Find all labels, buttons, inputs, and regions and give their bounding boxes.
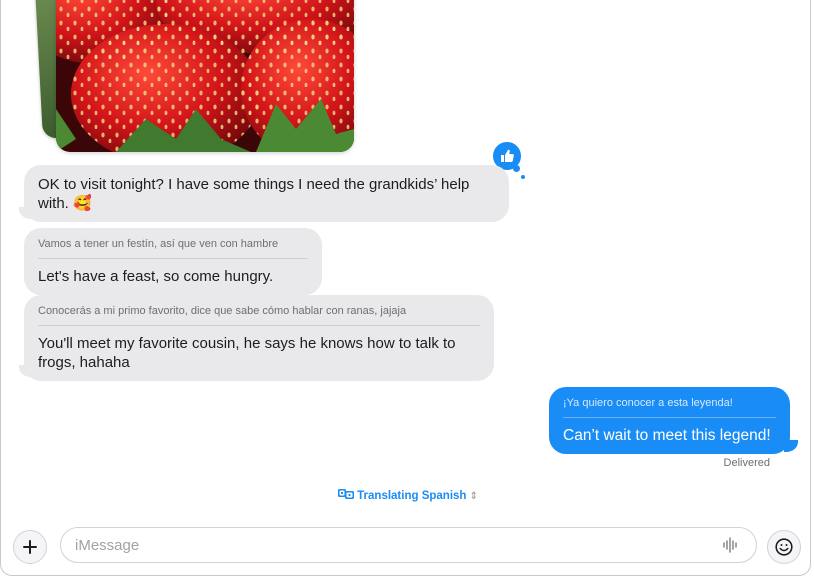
delivery-status: Delivered — [723, 457, 770, 469]
add-attachment-button[interactable] — [13, 530, 47, 564]
message-bubble-incoming-translated[interactable]: Conocerás a mi primo favorito, dice que … — [24, 295, 494, 381]
translated-text: Can’t wait to meet this legend! — [563, 427, 771, 444]
translation-indicator-label: Translating Spanish — [357, 490, 467, 502]
messages-window: OK to visit tonight? I have some things … — [0, 0, 811, 576]
message-input-placeholder: iMessage — [75, 536, 140, 554]
message-bubble-outgoing-translated[interactable]: ¡Ya quiero conocer a esta leyenda! Can’t… — [549, 387, 790, 454]
emoji: 🥰 — [73, 195, 92, 212]
plus-icon — [23, 540, 37, 554]
translated-text: Let's have a feast, so come hungry. — [38, 268, 274, 285]
smiley-icon — [775, 538, 793, 556]
emoji-button[interactable] — [767, 530, 801, 564]
audio-waveform-icon[interactable] — [722, 537, 740, 553]
message-input[interactable]: iMessage — [60, 527, 757, 563]
message-bubble-incoming-translated[interactable]: Vamos a tener un festín, así que ven con… — [24, 228, 322, 295]
message-bubble-incoming[interactable]: OK to visit tonight? I have some things … — [24, 165, 509, 222]
message-text: OK to visit tonight? I have some things … — [38, 176, 470, 212]
translate-icon — [337, 489, 354, 499]
original-text: Vamos a tener un festín, así que ven con… — [38, 237, 308, 259]
translated-text: You'll meet my favorite cousin, he says … — [38, 335, 456, 371]
chevron-updown-icon: ⇕ — [469, 491, 479, 502]
original-text: Conocerás a mi primo favorito, dice que … — [38, 304, 480, 326]
photo-attachment[interactable] — [56, 0, 354, 152]
translation-indicator[interactable]: Translating Spanish ⇕ — [1, 488, 810, 502]
thumbs-up-icon — [501, 149, 514, 162]
original-text: ¡Ya quiero conocer a esta leyenda! — [563, 396, 776, 418]
